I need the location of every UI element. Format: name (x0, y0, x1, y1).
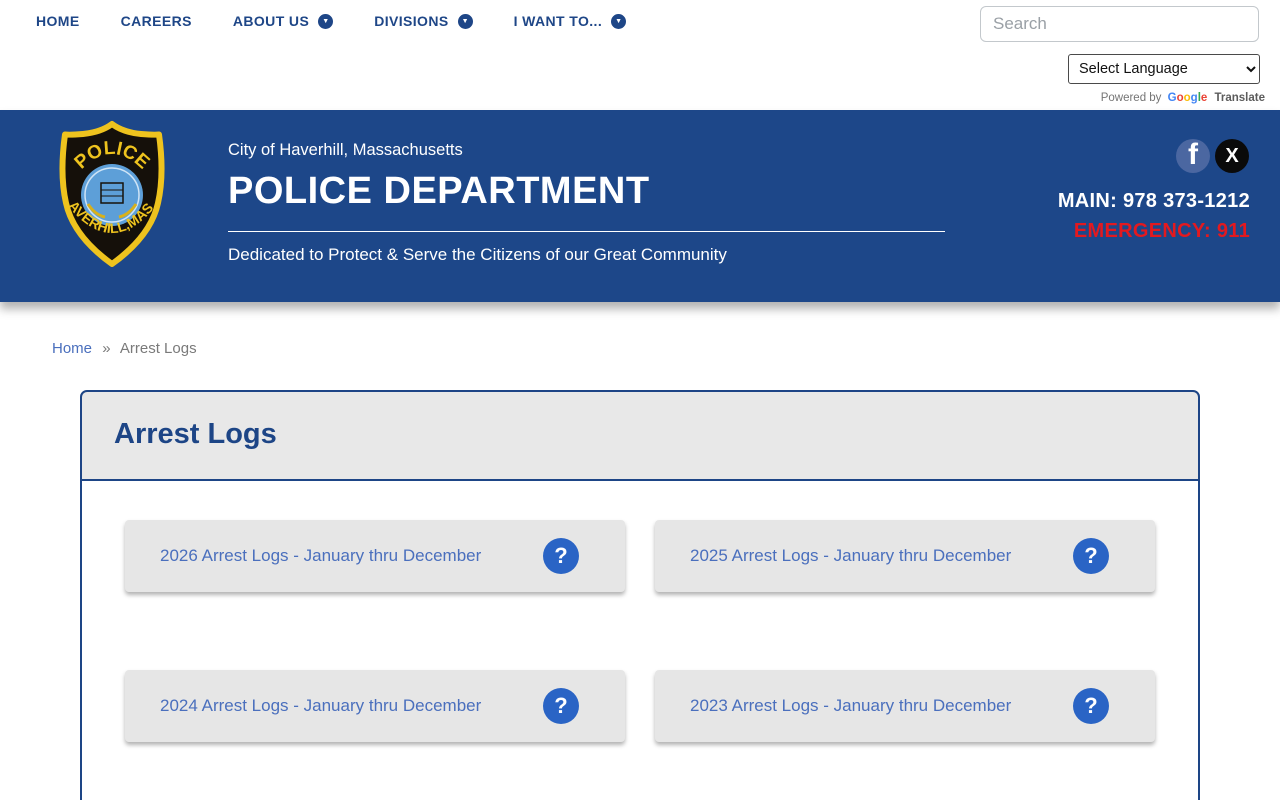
x-twitter-icon[interactable]: X (1215, 139, 1249, 173)
nav-item-home[interactable]: HOME (36, 13, 80, 29)
google-translate-attribution: Powered by Google Translate (1101, 92, 1265, 104)
nav-item-careers[interactable]: CAREERS (121, 13, 192, 29)
question-circle-icon[interactable]: ? (543, 538, 579, 574)
social-links: f X (1176, 139, 1249, 173)
nav-label: I WANT TO... (513, 13, 603, 29)
top-bar: HOME CAREERS ABOUT US ▼ DIVISIONS ▼ I WA… (0, 0, 1280, 110)
translate-label: Translate (1214, 92, 1266, 104)
question-circle-icon[interactable]: ? (543, 688, 579, 724)
question-circle-icon[interactable]: ? (1073, 688, 1109, 724)
breadcrumb-home-link[interactable]: Home (52, 340, 92, 357)
city-subtitle: City of Haverhill, Massachusetts (228, 141, 463, 159)
search-input[interactable] (980, 6, 1259, 42)
facebook-icon[interactable]: f (1176, 139, 1210, 173)
google-logo: Google (1167, 92, 1208, 104)
emergency-number: EMERGENCY: 911 (1073, 220, 1250, 242)
arrest-log-link[interactable]: 2023 Arrest Logs - January thru December (690, 696, 1011, 716)
page-title-panel: Arrest Logs (80, 390, 1200, 481)
main-phone-number: MAIN: 978 373-1212 (1057, 190, 1250, 212)
page-title: Arrest Logs (114, 418, 277, 450)
header-divider (228, 231, 945, 232)
content-panel: 2026 Arrest Logs - January thru December… (80, 481, 1200, 800)
breadcrumb-separator: » (102, 340, 111, 357)
chevron-down-icon: ▼ (318, 13, 334, 29)
police-badge-logo: POLICE HAVERHILL,MASS. (57, 120, 165, 267)
nav-label: ABOUT US (232, 13, 310, 29)
question-circle-icon[interactable]: ? (1073, 538, 1109, 574)
arrest-log-link[interactable]: 2024 Arrest Logs - January thru December (160, 696, 481, 716)
arrest-log-card-2023[interactable]: 2023 Arrest Logs - January thru December… (655, 670, 1155, 742)
site-title: POLICE DEPARTMENT (228, 170, 650, 212)
nav-item-i-want-to[interactable]: I WANT TO... ▼ (514, 13, 627, 29)
arrest-log-card-2025[interactable]: 2025 Arrest Logs - January thru December… (655, 520, 1155, 592)
header-text-block: City of Haverhill, Massachusetts POLICE … (228, 141, 945, 265)
language-select[interactable]: Select Language (1068, 54, 1260, 84)
nav-item-divisions[interactable]: DIVISIONS ▼ (374, 13, 473, 29)
arrest-log-card-2026[interactable]: 2026 Arrest Logs - January thru December… (125, 520, 625, 592)
nav-label: CAREERS (120, 13, 192, 29)
powered-by-text: Powered by (1100, 92, 1162, 104)
tagline: Dedicated to Protect & Serve the Citizen… (228, 245, 727, 264)
nav-label: HOME (36, 13, 80, 29)
breadcrumb: Home » Arrest Logs (52, 340, 197, 357)
breadcrumb-current: Arrest Logs (119, 340, 197, 357)
main-nav: HOME CAREERS ABOUT US ▼ DIVISIONS ▼ I WA… (36, 13, 627, 29)
arrest-log-link[interactable]: 2026 Arrest Logs - January thru December (160, 546, 481, 566)
nav-item-about-us[interactable]: ABOUT US ▼ (232, 13, 334, 29)
arrest-log-link[interactable]: 2025 Arrest Logs - January thru December (690, 546, 1011, 566)
page: HOME CAREERS ABOUT US ▼ DIVISIONS ▼ I WA… (0, 0, 1280, 800)
chevron-down-icon: ▼ (611, 13, 627, 29)
chevron-down-icon: ▼ (457, 13, 473, 29)
site-header: POLICE HAVERHILL,MASS. City of Haverhill… (0, 110, 1280, 302)
nav-label: DIVISIONS (374, 13, 449, 29)
arrest-log-card-2024[interactable]: 2024 Arrest Logs - January thru December… (125, 670, 625, 742)
